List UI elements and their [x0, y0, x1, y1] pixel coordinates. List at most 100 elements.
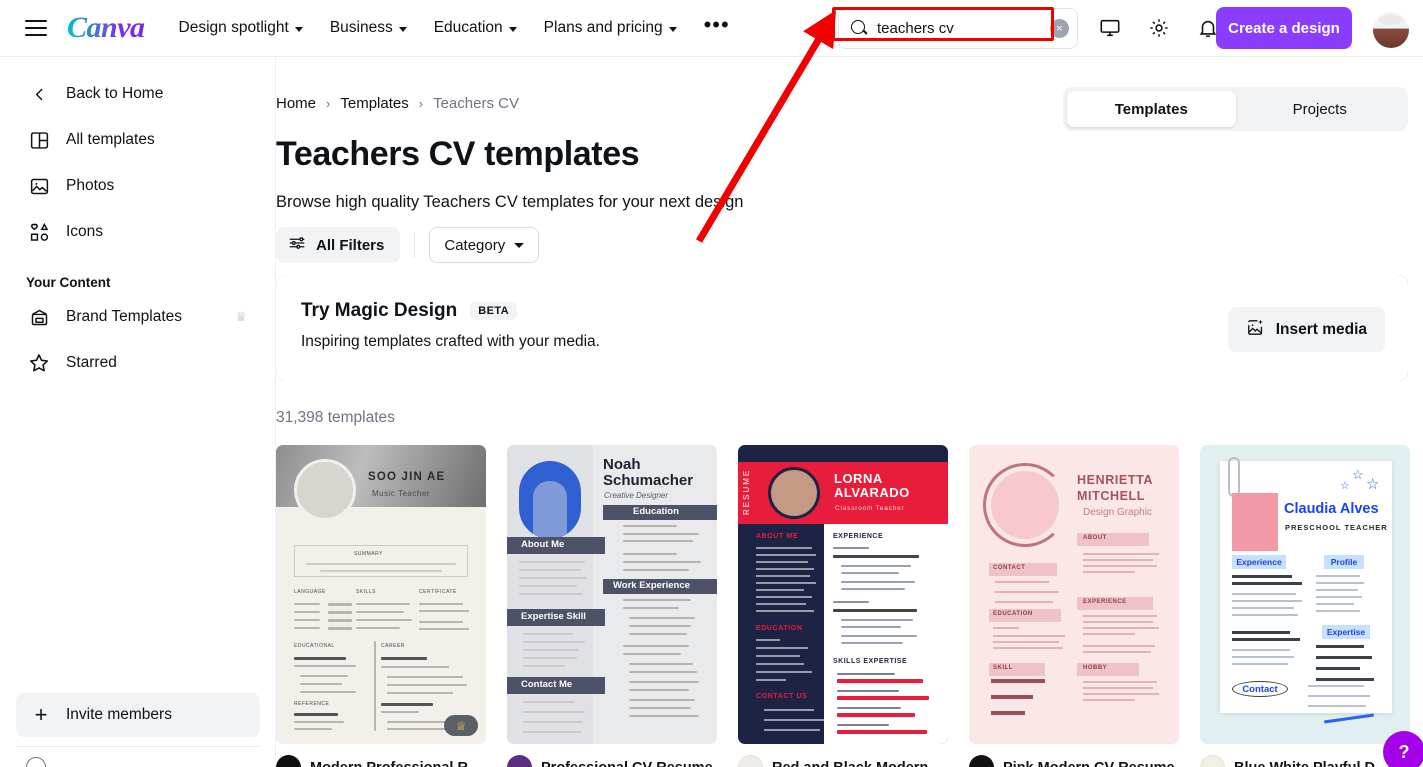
nav-item-education[interactable]: Education [434, 19, 517, 37]
sidebar-item-photos[interactable]: Photos [16, 163, 259, 209]
user-avatar[interactable] [1373, 12, 1409, 48]
canva-templates-page: Canva Design spotlight Business Educatio… [0, 0, 1423, 767]
template-card[interactable]: SOO JIN AE Music Teacher SUMMARY LANGUAG… [276, 445, 486, 767]
section-label: CERTIFICATE [419, 589, 457, 595]
sliders-icon [288, 234, 306, 256]
template-card-footer: Modern Professional R… [276, 755, 486, 767]
gear-icon[interactable] [1139, 8, 1179, 48]
magic-title-row: Try Magic Design BETA [301, 300, 518, 322]
top-icon-buttons [1090, 8, 1228, 48]
display-icon[interactable] [1090, 8, 1130, 48]
section-label: HOBBY [1083, 665, 1108, 671]
template-thumbnail[interactable]: Noah Schumacher Creative Designer About … [507, 445, 717, 744]
beta-badge: BETA [470, 302, 518, 320]
template-person-name: SOO JIN AE [368, 471, 446, 483]
help-button[interactable]: ? [1383, 731, 1423, 767]
avatar [507, 755, 532, 767]
template-thumbnail[interactable]: RESUME LORNA ALVARADO Classroom Teacher … [738, 445, 948, 744]
insert-media-button[interactable]: Insert media [1227, 307, 1385, 352]
sidebar-item-brand-templates[interactable]: Brand Templates ♕ [16, 294, 259, 340]
section-label: EDUCATIONAL [294, 643, 335, 649]
breadcrumb-separator: › [418, 96, 424, 111]
section-label: CAREER [381, 643, 405, 649]
breadcrumb: Home › Templates › Teachers CV [276, 95, 519, 112]
search-box[interactable]: × [838, 8, 1078, 49]
page-subtitle: Browse high quality Teachers CV template… [276, 193, 744, 211]
shapes-icon [26, 220, 52, 244]
hamburger-icon[interactable] [25, 20, 47, 36]
filters-row: All Filters Category [276, 227, 540, 263]
nav-item-design-spotlight[interactable]: Design spotlight [179, 19, 303, 37]
section-label: CONTACT [993, 565, 1026, 571]
sidebar-item-all-templates[interactable]: All templates [16, 117, 259, 163]
templates-icon [26, 128, 52, 152]
section-label: CONTACT US [756, 693, 808, 700]
avatar [738, 755, 763, 767]
template-title[interactable]: Pink Modern CV Resume [1003, 760, 1175, 767]
invite-members-label: Invite members [66, 706, 172, 723]
all-filters-button[interactable]: All Filters [276, 227, 401, 263]
template-thumbnail[interactable]: ☆ ☆ ☆ Claudia Alves PRESCHOOL TEACHER Ex… [1200, 445, 1410, 744]
invite-members-button[interactable]: + Invite members [16, 693, 260, 737]
brand-icon [26, 305, 52, 329]
nav-item-business[interactable]: Business [330, 19, 407, 37]
sidebar-item-back-to-home[interactable]: Back to Home [16, 71, 259, 117]
chevron-down-icon [668, 26, 677, 32]
section-label: Contact [1232, 681, 1288, 697]
section-label: REFERENCE [294, 701, 330, 707]
clear-search-icon[interactable]: × [1050, 19, 1069, 38]
breadcrumb-item-templates[interactable]: Templates [340, 95, 408, 112]
category-dropdown[interactable]: Category [429, 227, 540, 263]
template-person-role: Classroom Teacher [835, 505, 905, 512]
nav-item-plans-and-pricing[interactable]: Plans and pricing [544, 19, 677, 37]
template-title[interactable]: Blue White Playful D… [1234, 760, 1390, 767]
section-label: SKILLS [356, 589, 376, 595]
section-label: Education [633, 506, 679, 517]
template-card-footer: Professional CV Resume [507, 755, 717, 767]
tab-projects[interactable]: Projects [1236, 91, 1405, 127]
template-title[interactable]: Red and Black Modern … [772, 760, 947, 767]
template-person-name: LORNA ALVARADO [834, 471, 910, 501]
sidebar-label: Photos [66, 177, 115, 194]
section-label: EXPERIENCE [833, 533, 884, 540]
template-title[interactable]: Professional CV Resume [541, 760, 713, 767]
template-card[interactable]: ☆ ☆ ☆ Claudia Alves PRESCHOOL TEACHER Ex… [1200, 445, 1410, 767]
template-card[interactable]: HENRIETTA MITCHELL Design Graphic ABOUT … [969, 445, 1179, 767]
section-label: About Me [521, 539, 565, 550]
template-label: RESUME [742, 468, 751, 515]
top-navigation-bar: Canva Design spotlight Business Educatio… [0, 0, 1423, 57]
sidebar-item-starred[interactable]: Starred [16, 340, 259, 386]
breadcrumb-item-home[interactable]: Home [276, 95, 316, 112]
sidebar-item-icons[interactable]: Icons [16, 209, 259, 255]
create-a-design-button[interactable]: Create a design [1216, 7, 1352, 49]
template-title[interactable]: Modern Professional R… [310, 760, 482, 767]
insert-media-label: Insert media [1275, 320, 1367, 338]
template-thumbnail[interactable]: SOO JIN AE Music Teacher SUMMARY LANGUAG… [276, 445, 486, 744]
search-container: × [838, 8, 1078, 49]
search-input[interactable] [877, 20, 1050, 37]
sidebar-label: All templates [66, 131, 155, 148]
chevron-down-icon [514, 242, 525, 248]
template-card-footer: Pink Modern CV Resume [969, 755, 1179, 767]
template-person-role: Music Teacher [372, 489, 430, 498]
main-nav-links: Design spotlight Business Education Plan… [179, 14, 730, 37]
section-label: Expertise Skill [521, 611, 586, 622]
template-card[interactable]: RESUME LORNA ALVARADO Classroom Teacher … [738, 445, 948, 767]
canva-logo[interactable]: Canva [67, 13, 145, 43]
page-title: Teachers CV templates [276, 135, 640, 173]
section-label: EDUCATION [756, 625, 803, 632]
avatar [276, 755, 301, 767]
results-count: 31,398 templates [276, 409, 395, 426]
breadcrumb-separator: › [326, 96, 331, 111]
section-label: EXPERIENCE [1083, 599, 1127, 605]
template-card[interactable]: Noah Schumacher Creative Designer About … [507, 445, 717, 767]
section-label: SKILL [993, 665, 1013, 671]
main-content: Home › Templates › Teachers CV Templates… [276, 57, 1423, 767]
nav-label: Plans and pricing [543, 19, 663, 36]
template-thumbnail[interactable]: HENRIETTA MITCHELL Design Graphic ABOUT … [969, 445, 1179, 744]
breadcrumb-item-current: Teachers CV [433, 95, 519, 112]
more-menu-icon[interactable]: ••• [704, 14, 730, 37]
tab-templates[interactable]: Templates [1067, 91, 1236, 127]
account-icon[interactable] [26, 757, 46, 767]
section-label: Experience [1232, 555, 1286, 569]
